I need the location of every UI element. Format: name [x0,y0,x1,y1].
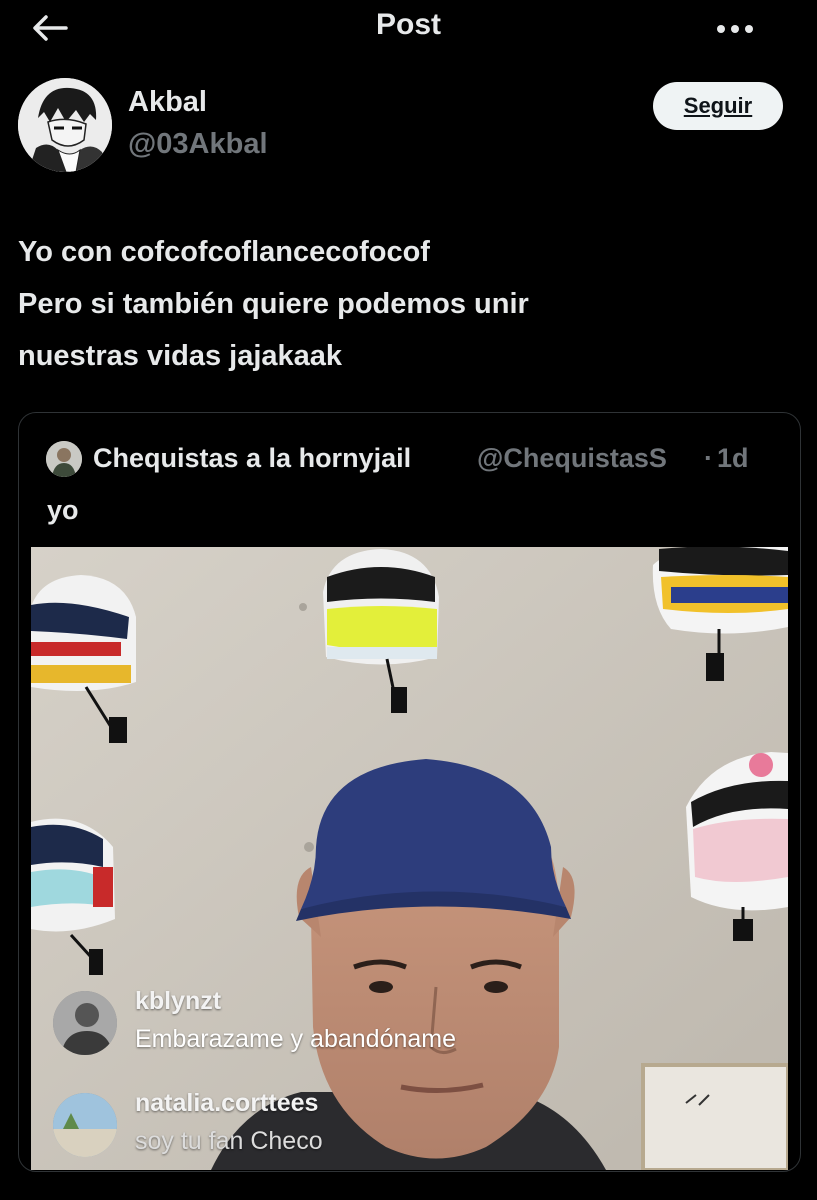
comment-text: Embarazame y abandóname [135,1025,457,1053]
tweet-line: Pero si también quiere podemos unir [18,288,529,320]
live-comment: natalia.corttees soy tu fan Checo [53,1087,653,1167]
video-frame [31,547,788,1170]
commenter-avatar-image [53,1093,117,1157]
page-title: Post [375,8,441,41]
author-avatar[interactable] [18,78,112,172]
quoted-handle[interactable]: @ChequistasS [477,443,667,474]
commenter-avatar-image [53,991,117,1055]
quoted-text: yo [47,495,79,525]
author-display-name[interactable]: Akbal [128,86,207,119]
anime-avatar [18,78,112,172]
live-comment: kblynzt Embarazame y abandóname [53,985,653,1065]
top-bar: Post [0,0,817,60]
picture-frame [641,1063,788,1170]
quoted-display-name[interactable]: Chequistas a la hornyjail [93,443,411,474]
tweet-text: Yo con cofcofcoflancecofocof Pero si tam… [18,226,798,382]
commenter-avatar [53,1093,117,1157]
quoted-timestamp[interactable]: 1d [717,443,749,474]
more-horizontal-icon [717,25,753,33]
tweet-line: Yo con cofcofcoflancecofocof [18,236,430,268]
quoted-avatar[interactable] [46,441,82,477]
comment-text: soy tu fan Checo [135,1127,323,1155]
author-handle[interactable]: @03Akbal [128,128,268,161]
commenter-username: natalia.corttees [135,1089,319,1117]
quoted-media[interactable]: kblynzt Embarazame y abandóname natalia.… [31,547,788,1170]
person-avatar [46,441,82,477]
commenter-avatar [53,991,117,1055]
more-button[interactable] [710,14,760,44]
tweet-line: nuestras vidas jajakaak [18,340,343,372]
quoted-tweet[interactable]: Chequistas a la hornyjail @ChequistasS ·… [18,412,801,1172]
follow-button[interactable]: Seguir [653,82,783,130]
separator-dot: · [704,443,713,473]
commenter-username: kblynzt [135,987,222,1015]
